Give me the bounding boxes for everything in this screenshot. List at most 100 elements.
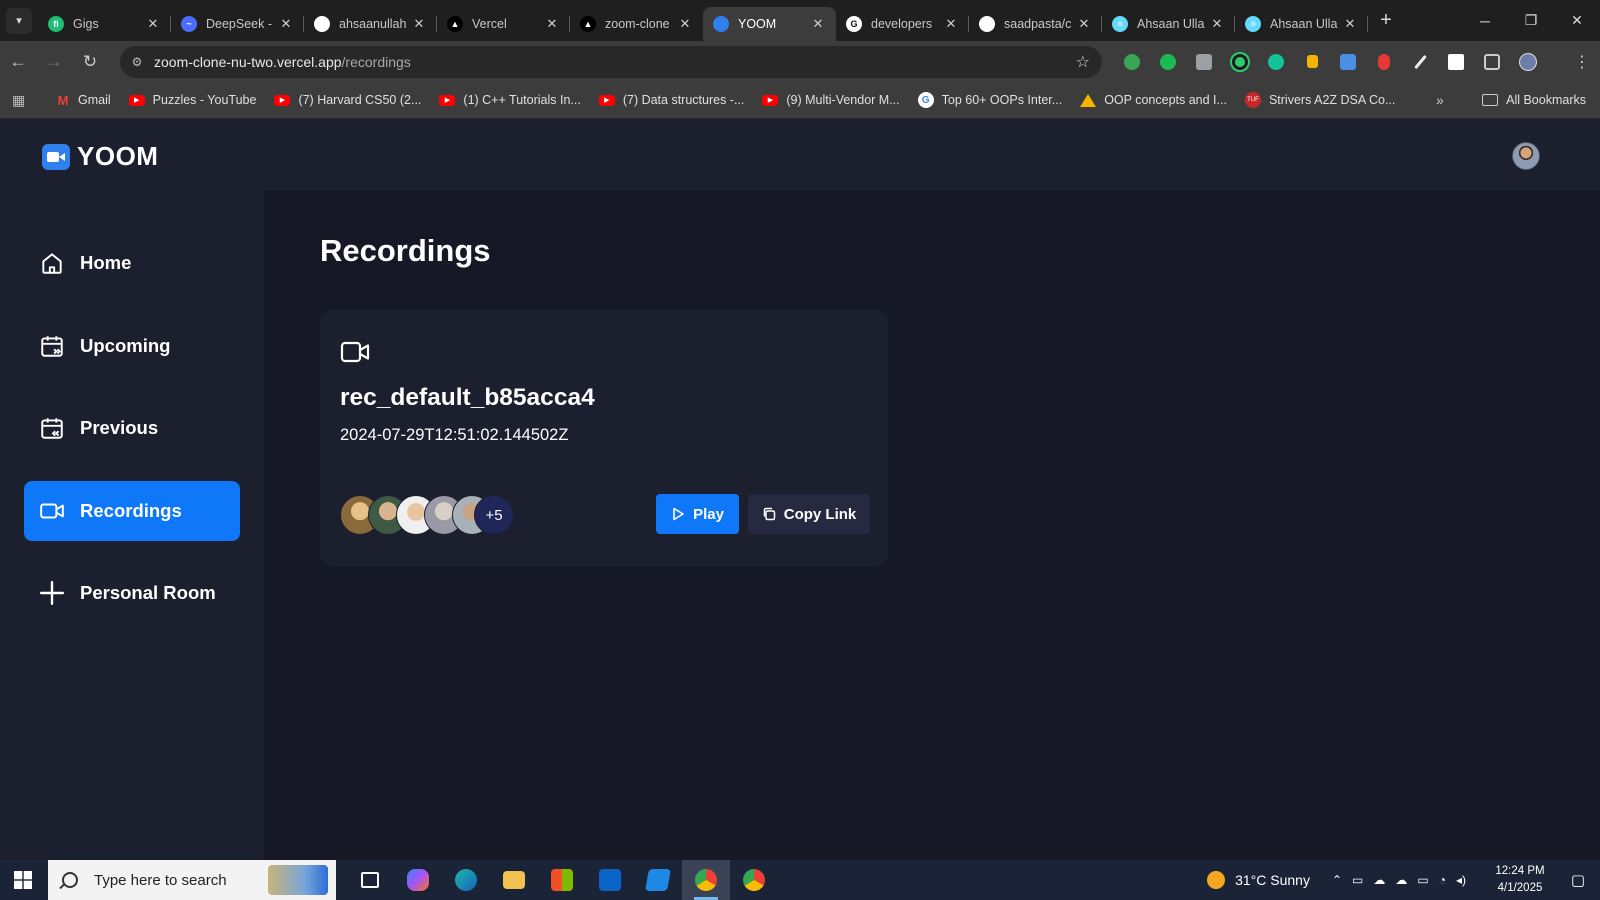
browser-tab[interactable]: ▲ zoom-clone ✕ (570, 7, 703, 41)
tab-title: zoom-clone (605, 17, 670, 31)
browser-tab[interactable]: Gdevelopers ✕ (836, 7, 969, 41)
screen-record-extension-icon[interactable] (1330, 53, 1366, 70)
bookmark-item[interactable]: ▶ (1) C++ Tutorials In... (439, 93, 581, 107)
lock-extension-icon[interactable] (1294, 55, 1330, 68)
close-tab-icon[interactable]: ✕ (677, 16, 693, 32)
tab-list: fi Gigs ✕ ~ DeepSeek - ✕ ahsaanullah ✕ ▲ Vercel ✕ ▲… (38, 0, 1368, 41)
extension-icon[interactable] (1438, 53, 1474, 70)
forward-button[interactable]: → (36, 52, 72, 72)
browser-tab[interactable]: ~ DeepSeek - ✕ (171, 7, 304, 41)
bookmark-item[interactable]: TUF Strivers A2Z DSA Co... (1244, 92, 1395, 108)
taskbar-clock[interactable]: 12:24 PM 4/1/2025 (1484, 863, 1556, 897)
cloud-icon[interactable]: ☁ (1395, 873, 1407, 887)
bookmark-star-icon[interactable]: ☆ (1076, 52, 1090, 72)
plus-icon (39, 580, 65, 606)
more-bookmarks-icon[interactable]: » (1436, 92, 1444, 108)
bookmark-item[interactable]: ▶ (9) Multi-Vendor M... (762, 93, 900, 107)
extension-icon[interactable] (1222, 53, 1258, 70)
site-info-icon[interactable]: ⚙ (120, 55, 154, 69)
volume-icon[interactable]: ◂) (1456, 873, 1466, 887)
youtube-icon: ▶ (128, 94, 145, 106)
tab-search-button[interactable]: ▾ (6, 7, 32, 34)
browser-tab[interactable]: fi Gigs ✕ (38, 7, 171, 41)
browser-tab[interactable]: ahsaanullah ✕ (304, 7, 437, 41)
edge-icon[interactable] (442, 860, 490, 900)
close-tab-icon[interactable]: ✕ (145, 16, 161, 32)
meet-icon[interactable]: ▭ (1352, 873, 1363, 887)
sidebar-item-upcoming[interactable]: Upcoming (24, 316, 240, 376)
folder-icon (1482, 94, 1499, 106)
back-button[interactable]: ← (0, 52, 36, 72)
wifi-icon[interactable]: ◔ (1439, 873, 1446, 887)
play-button[interactable]: Play (656, 494, 739, 534)
weather-widget[interactable]: 31°C Sunny (1207, 871, 1310, 889)
bookmark-item[interactable]: ▶ Puzzles - YouTube (128, 93, 256, 107)
close-tab-icon[interactable]: ✕ (1342, 16, 1358, 32)
browser-menu-icon[interactable]: ⋮ (1574, 52, 1590, 72)
start-button[interactable] (0, 871, 46, 889)
close-tab-icon[interactable]: ✕ (943, 16, 959, 32)
camera-extension-icon[interactable] (1186, 53, 1222, 70)
minimize-button[interactable]: ─ (1462, 0, 1508, 41)
close-tab-icon[interactable]: ✕ (411, 16, 427, 32)
chrome-taskbar-icon[interactable] (682, 860, 730, 900)
browser-tab[interactable]: YOOM ✕ (703, 7, 836, 41)
extension-icon[interactable] (1114, 53, 1150, 70)
extension-icon[interactable] (1366, 53, 1402, 70)
close-tab-icon[interactable]: ✕ (1076, 16, 1092, 32)
calendar-upcoming-icon (41, 336, 63, 357)
bookmark-item[interactable]: OOP concepts and I... (1080, 93, 1227, 107)
sidebar-item-label: Home (80, 252, 132, 273)
sidebar-item-home[interactable]: Home (24, 233, 240, 293)
puzzle-extensions-icon[interactable] (1474, 53, 1510, 70)
extension-icon[interactable] (1150, 53, 1186, 70)
battery-icon[interactable]: ▭ (1417, 873, 1428, 887)
copilot-icon[interactable] (394, 860, 442, 900)
search-icon (62, 872, 78, 888)
bookmark-item[interactable]: ▶ (7) Harvard CS50 (2... (274, 93, 421, 107)
browser-tab[interactable]: saadpasta/c ✕ (969, 7, 1102, 41)
bookmark-item[interactable]: M Gmail (56, 93, 111, 108)
sidebar-item-previous[interactable]: Previous (24, 398, 240, 458)
close-tab-icon[interactable]: ✕ (810, 16, 826, 32)
address-bar[interactable]: ⚙ zoom-clone-nu-two.vercel.app/recording… (120, 46, 1102, 78)
sidebar-item-recordings[interactable]: Recordings (24, 481, 240, 541)
tuf-icon: TUF (1244, 92, 1261, 108)
close-tab-icon[interactable]: ✕ (1209, 16, 1225, 32)
clock-time: 12:24 PM (1495, 865, 1545, 877)
bookmark-item[interactable]: G Top 60+ OOPs Inter... (917, 92, 1062, 108)
close-window-button[interactable]: ✕ (1554, 0, 1600, 41)
bookmark-list: M Gmail ▶ Puzzles - YouTube ▶ (7) Harvard CS5… (38, 92, 1395, 108)
restore-button[interactable]: ❐ (1508, 0, 1554, 41)
outlook-icon[interactable] (586, 860, 634, 900)
app-logo[interactable]: YOOM (42, 141, 158, 172)
close-tab-icon[interactable]: ✕ (544, 16, 560, 32)
all-bookmarks-button[interactable]: All Bookmarks (1482, 93, 1586, 107)
close-tab-icon[interactable]: ✕ (278, 16, 294, 32)
bookmark-item[interactable]: ▶ (7) Data structures -... (598, 93, 744, 107)
url-text[interactable]: zoom-clone-nu-two.vercel.app/recordings (154, 54, 411, 70)
eyedropper-icon[interactable] (1402, 54, 1438, 70)
vscode-icon[interactable] (634, 860, 682, 900)
profile-avatar-icon[interactable] (1510, 52, 1546, 71)
browser-tab[interactable]: ⚛ Ahsaan Ulla ✕ (1102, 7, 1235, 41)
reload-button[interactable]: ↻ (72, 52, 108, 72)
user-avatar[interactable] (1512, 142, 1540, 170)
browser-tab[interactable]: ▲ Vercel ✕ (437, 7, 570, 41)
file-explorer-icon[interactable] (490, 860, 538, 900)
taskbar-search-box[interactable]: Type here to search (48, 860, 336, 900)
microsoft-store-icon[interactable] (538, 860, 586, 900)
onedrive-icon[interactable]: ☁ (1373, 873, 1385, 887)
windows-taskbar: Type here to search 31°C Sunny ⌃ ▭ ☁ ☁ ▭… (0, 860, 1600, 900)
grammarly-icon[interactable] (1258, 53, 1294, 70)
new-tab-button[interactable]: + (1372, 9, 1400, 32)
chrome-profile-taskbar-icon[interactable] (730, 860, 778, 900)
sidebar-item-personal-room[interactable]: Personal Room (24, 563, 240, 623)
chevron-up-icon[interactable]: ⌃ (1332, 873, 1342, 887)
notifications-icon[interactable]: ▢ (1556, 871, 1600, 889)
browser-tab[interactable]: ⚛ Ahsaan Ulla ✕ (1235, 7, 1368, 41)
task-view-icon[interactable] (346, 860, 394, 900)
sidebar-item-label: Personal Room (80, 582, 216, 603)
copy-link-button[interactable]: Copy Link (748, 494, 870, 534)
copy-icon (763, 507, 775, 521)
